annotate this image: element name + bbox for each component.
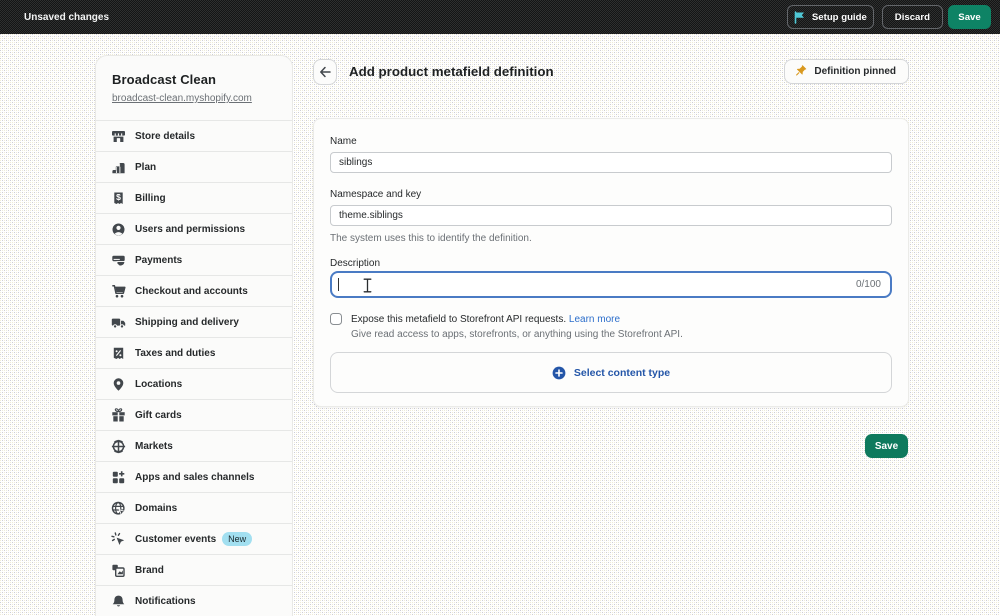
svg-text:$: $ <box>116 192 121 202</box>
